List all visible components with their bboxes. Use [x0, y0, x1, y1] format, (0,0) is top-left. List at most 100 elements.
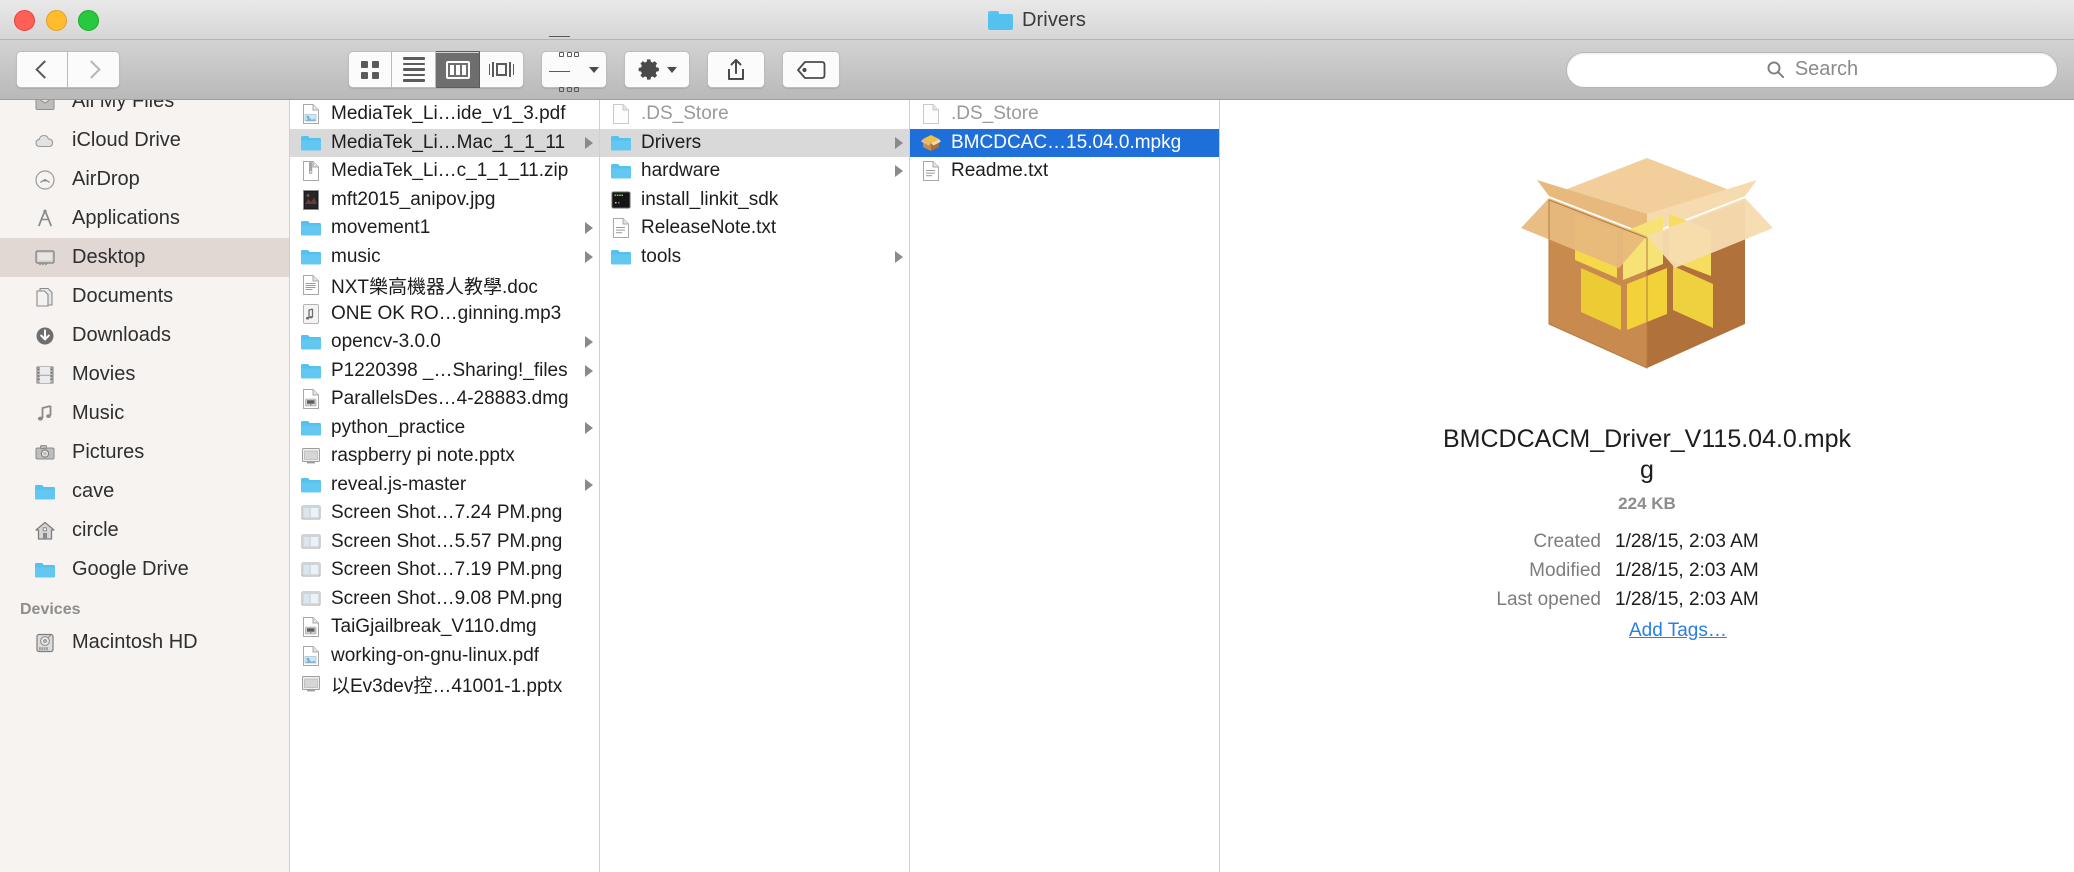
image-icon — [300, 189, 322, 211]
column-3[interactable]: .DS_Store BMCDCAC…15.04.0.mpkg Readme.txt — [910, 100, 1220, 872]
file-row[interactable]: Readme.txt — [910, 157, 1219, 186]
pptx-icon — [300, 445, 322, 467]
sidebar-item-pictures[interactable]: Pictures — [0, 433, 289, 472]
content-area: All My Files iCloud Drive AirDrop Applicati… — [0, 100, 2074, 872]
file-row[interactable]: NXT樂高機器人教學.doc — [290, 271, 599, 300]
file-name: raspberry pi note.pptx — [331, 445, 515, 467]
file-name: NXT樂高機器人教學.doc — [331, 276, 538, 298]
metadata-row: Created 1/28/15, 2:03 AM — [1437, 528, 1857, 557]
sidebar-item-airdrop[interactable]: AirDrop — [0, 160, 289, 199]
file-row[interactable]: ONE OK RO…ginning.mp3 — [290, 300, 599, 329]
file-row[interactable]: P1220398 _…Sharing!_files — [290, 357, 599, 386]
file-row[interactable]: tools — [600, 243, 909, 272]
disclosure-arrow-icon[interactable] — [585, 136, 593, 149]
column-2[interactable]: .DS_Store Drivers hardware install_linkit_s… — [600, 100, 910, 872]
metadata-key: Created — [1533, 531, 1601, 552]
disclosure-arrow-icon[interactable] — [585, 364, 593, 377]
sidebar-item-circle[interactable]: circle — [0, 511, 289, 550]
file-row[interactable]: movement1 — [290, 214, 599, 243]
file-row[interactable]: MediaTek_Li…Mac_1_1_11 — [290, 128, 599, 157]
sidebar[interactable]: All My Files iCloud Drive AirDrop Applicati… — [0, 100, 290, 872]
file-row[interactable]: mft2015_anipov.jpg — [290, 186, 599, 215]
file-name: opencv-3.0.0 — [331, 331, 441, 353]
disclosure-arrow-icon[interactable] — [585, 250, 593, 263]
coverflow-view-button[interactable] — [480, 51, 524, 88]
file-row[interactable]: MediaTek_Li…ide_v1_3.pdf — [290, 100, 599, 129]
file-name: python_practice — [331, 416, 466, 438]
file-row[interactable]: working-on-gnu-linux.pdf — [290, 642, 599, 671]
disclosure-arrow-icon[interactable] — [895, 136, 903, 149]
forward-button[interactable] — [68, 51, 120, 88]
search-input[interactable]: Search — [1566, 51, 2058, 88]
list-view-button[interactable] — [392, 51, 436, 88]
metadata-row: Modified 1/28/15, 2:03 AM — [1437, 557, 1857, 586]
sidebar-item-macintosh-hd[interactable]: Macintosh HD — [0, 623, 289, 662]
file-row[interactable]: Screen Shot…7.19 PM.png — [290, 556, 599, 585]
finder-window: Drivers Search All My Files iCloud Drive… — [0, 0, 2074, 872]
zip-icon — [300, 160, 322, 182]
file-row[interactable]: python_practice — [290, 414, 599, 443]
dmg-icon — [300, 616, 322, 638]
back-button[interactable] — [16, 51, 68, 88]
file-row[interactable]: BMCDCAC…15.04.0.mpkg — [910, 128, 1219, 157]
arrange-button[interactable] — [541, 35, 607, 92]
add-tags-link[interactable]: Add Tags… — [1615, 620, 1727, 642]
sidebar-item-google-drive[interactable]: Google Drive — [0, 550, 289, 589]
sidebar-item-music[interactable]: Music — [0, 394, 289, 433]
file-row[interactable]: Screen Shot…7.24 PM.png — [290, 499, 599, 528]
file-row[interactable]: reveal.js-master — [290, 471, 599, 500]
sidebar-item-cave[interactable]: cave — [0, 472, 289, 511]
folder-icon — [300, 217, 322, 239]
sidebar-item-movies[interactable]: Movies — [0, 355, 289, 394]
action-button[interactable] — [624, 51, 690, 88]
file-row[interactable]: hardware — [600, 157, 909, 186]
harddisk-icon — [32, 632, 58, 654]
screenshot-icon — [300, 559, 322, 581]
file-row[interactable]: .DS_Store — [600, 100, 909, 129]
airdrop-icon — [32, 169, 58, 191]
package-icon — [920, 132, 942, 154]
disclosure-arrow-icon[interactable] — [585, 336, 593, 349]
dmg-icon — [300, 388, 322, 410]
edit-tags-button[interactable] — [782, 51, 840, 88]
window-title-group: Drivers — [0, 0, 2074, 40]
file-row[interactable]: ReleaseNote.txt — [600, 214, 909, 243]
file-row[interactable]: install_linkit_sdk — [600, 186, 909, 215]
page-title: Drivers — [1021, 8, 1087, 31]
file-row[interactable]: Screen Shot…5.57 PM.png — [290, 528, 599, 557]
column-view-button[interactable] — [436, 51, 480, 88]
sidebar-item-downloads[interactable]: Downloads — [0, 316, 289, 355]
file-name: hardware — [641, 160, 721, 182]
file-row[interactable]: ParallelsDes…4-28883.dmg — [290, 385, 599, 414]
disclosure-arrow-icon[interactable] — [585, 478, 593, 491]
sidebar-item-label: Documents — [72, 285, 174, 307]
file-row[interactable]: .DS_Store — [910, 100, 1219, 129]
sidebar-item-documents[interactable]: Documents — [0, 277, 289, 316]
file-row[interactable]: Screen Shot…9.08 PM.png — [290, 585, 599, 614]
grid-icon — [361, 60, 379, 79]
share-button[interactable] — [707, 51, 765, 88]
disclosure-arrow-icon[interactable] — [895, 250, 903, 263]
column-1[interactable]: MediaTek_Li…ide_v1_3.pdf MediaTek_Li…Mac_… — [290, 100, 600, 872]
metadata-key: Modified — [1529, 559, 1601, 581]
disclosure-arrow-icon[interactable] — [585, 222, 593, 235]
file-row[interactable]: raspberry pi note.pptx — [290, 442, 599, 471]
file-name: 以Ev3dev控…41001-1.pptx — [331, 675, 563, 697]
movies-icon — [32, 364, 58, 386]
disclosure-arrow-icon[interactable] — [895, 165, 903, 178]
file-row[interactable]: music — [290, 243, 599, 272]
sidebar-item-all-my-files[interactable]: All My Files — [0, 100, 289, 121]
file-name: movement1 — [331, 217, 431, 239]
file-row[interactable]: MediaTek_Li…c_1_1_11.zip — [290, 157, 599, 186]
sidebar-item-icloud-drive[interactable]: iCloud Drive — [0, 121, 289, 160]
file-row[interactable]: TaiGjailbreak_V110.dmg — [290, 613, 599, 642]
file-row[interactable]: Drivers — [600, 128, 909, 157]
sidebar-item-label: Downloads — [72, 324, 171, 346]
sidebar-item-desktop[interactable]: Desktop — [0, 238, 289, 277]
sidebar-item-label: cave — [72, 480, 115, 502]
file-row[interactable]: 以Ev3dev控…41001-1.pptx — [290, 670, 599, 699]
file-row[interactable]: opencv-3.0.0 — [290, 328, 599, 357]
sidebar-item-applications[interactable]: Applications — [0, 199, 289, 238]
icon-view-button[interactable] — [348, 51, 392, 88]
disclosure-arrow-icon[interactable] — [585, 421, 593, 434]
